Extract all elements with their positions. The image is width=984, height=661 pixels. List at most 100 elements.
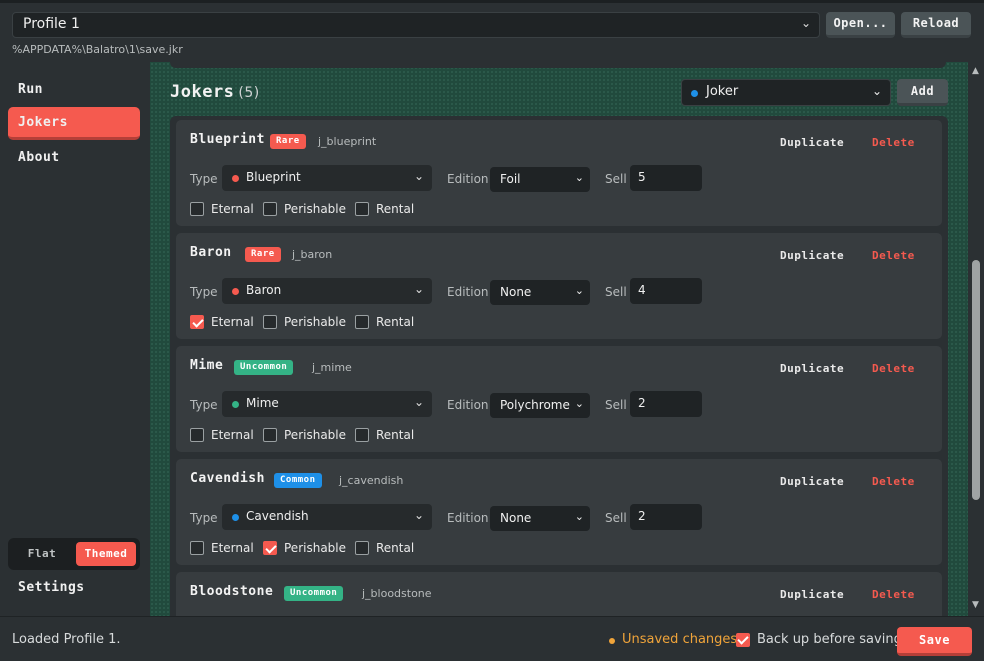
- joker-type-dropdown[interactable]: Blueprint ⌄: [222, 165, 432, 191]
- sell-label: Sell: [605, 511, 627, 525]
- sell-input[interactable]: 2: [630, 391, 702, 417]
- type-label: Type: [190, 172, 218, 186]
- joker-card: Cavendish Common j_cavendish Duplicate D…: [176, 459, 942, 565]
- rental-label: Rental: [376, 315, 415, 329]
- reload-button[interactable]: Reload: [901, 12, 971, 38]
- delete-button[interactable]: Delete: [872, 362, 915, 375]
- eternal-checkbox[interactable]: Eternal: [190, 427, 254, 443]
- theme-flat-option[interactable]: Flat: [12, 542, 72, 566]
- sidebar-item-run[interactable]: Run: [8, 73, 140, 106]
- duplicate-button[interactable]: Duplicate: [780, 136, 844, 149]
- rental-label: Rental: [376, 202, 415, 216]
- perishable-checkbox[interactable]: Perishable: [263, 201, 346, 217]
- open-button[interactable]: Open...: [826, 12, 895, 38]
- profile-select-value: Profile 1: [23, 16, 80, 32]
- rarity-badge: Common: [274, 473, 322, 488]
- eternal-label: Eternal: [211, 315, 254, 329]
- checkbox-icon: [263, 202, 277, 216]
- rental-checkbox[interactable]: Rental: [355, 540, 414, 556]
- status-message: Loaded Profile 1.: [12, 632, 121, 647]
- joker-type-value: Cavendish: [246, 509, 309, 523]
- edition-dropdown[interactable]: Polychrome ⌄: [490, 393, 590, 418]
- rare-dot-icon: [232, 288, 239, 295]
- checkbox-icon: [190, 541, 204, 555]
- delete-button[interactable]: Delete: [872, 136, 915, 149]
- checkbox-icon: [355, 541, 369, 555]
- top-bar: Profile 1 ⌄ Open... Reload %APPDATA%\Bal…: [0, 0, 984, 62]
- perishable-checkbox[interactable]: Perishable: [263, 540, 346, 556]
- edition-dropdown[interactable]: None ⌄: [490, 506, 590, 531]
- scrollbar-thumb[interactable]: [972, 260, 980, 500]
- edition-label: Edition: [447, 172, 489, 186]
- chevron-down-icon: ⌄: [574, 397, 584, 410]
- joker-id: j_blueprint: [318, 135, 377, 148]
- backup-checkbox[interactable]: Back up before saving: [736, 632, 902, 647]
- scroll-up-icon[interactable]: ▲: [972, 66, 979, 76]
- sell-label: Sell: [605, 172, 627, 186]
- joker-name: Blueprint: [190, 132, 265, 147]
- chevron-down-icon: ⌄: [871, 84, 882, 98]
- delete-button[interactable]: Delete: [872, 475, 915, 488]
- joker-count: (5): [238, 85, 260, 101]
- scroll-down-icon[interactable]: ▼: [972, 600, 979, 610]
- top-divider: [170, 62, 946, 68]
- joker-id: j_bloodstone: [362, 587, 432, 600]
- rental-checkbox[interactable]: Rental: [355, 201, 414, 217]
- rental-checkbox[interactable]: Rental: [355, 427, 414, 443]
- save-button[interactable]: Save: [897, 627, 972, 656]
- joker-type-value: Mime: [246, 396, 279, 410]
- jokers-list: Blueprint Rare j_blueprint Duplicate Del…: [170, 116, 948, 616]
- perishable-checkbox[interactable]: Perishable: [263, 314, 346, 330]
- joker-type-select-value: Joker: [706, 84, 739, 99]
- duplicate-button[interactable]: Duplicate: [780, 588, 844, 601]
- joker-type-dropdown[interactable]: Mime ⌄: [222, 391, 432, 417]
- joker-id: j_baron: [292, 248, 333, 261]
- duplicate-button[interactable]: Duplicate: [780, 249, 844, 262]
- scrollbar[interactable]: ▲ ▼: [968, 62, 984, 616]
- backup-label: Back up before saving: [757, 632, 902, 647]
- sidebar-item-about[interactable]: About: [8, 141, 140, 174]
- delete-button[interactable]: Delete: [872, 249, 915, 262]
- eternal-checkbox[interactable]: Eternal: [190, 314, 254, 330]
- joker-card: Baron Rare j_baron Duplicate Delete Type…: [176, 233, 942, 339]
- edition-dropdown[interactable]: None ⌄: [490, 280, 590, 305]
- perishable-checkbox[interactable]: Perishable: [263, 427, 346, 443]
- duplicate-button[interactable]: Duplicate: [780, 475, 844, 488]
- rarity-badge: Uncommon: [234, 360, 294, 375]
- eternal-checkbox[interactable]: Eternal: [190, 201, 254, 217]
- settings-link[interactable]: Settings: [18, 580, 85, 595]
- joker-type-dropdown[interactable]: Baron ⌄: [222, 278, 432, 304]
- checkbox-checked-icon: [736, 633, 750, 647]
- duplicate-button[interactable]: Duplicate: [780, 362, 844, 375]
- sell-input[interactable]: 4: [630, 278, 702, 304]
- status-bar: Loaded Profile 1. Unsaved changes Back u…: [0, 616, 984, 661]
- perishable-label: Perishable: [284, 541, 347, 555]
- checkbox-icon: [263, 428, 277, 442]
- chevron-down-icon: ⌄: [574, 171, 584, 184]
- rarity-badge: Rare: [245, 247, 281, 262]
- joker-id: j_cavendish: [339, 474, 404, 487]
- unsaved-indicator: Unsaved changes: [609, 632, 737, 647]
- edition-dropdown[interactable]: Foil ⌄: [490, 167, 590, 192]
- sell-label: Sell: [605, 398, 627, 412]
- type-label: Type: [190, 285, 218, 299]
- sidebar: Run Jokers About Flat Themed Settings: [0, 62, 150, 616]
- rental-checkbox[interactable]: Rental: [355, 314, 414, 330]
- sell-input[interactable]: 2: [630, 504, 702, 530]
- profile-select[interactable]: Profile 1 ⌄: [12, 12, 820, 38]
- theme-themed-option[interactable]: Themed: [76, 542, 136, 566]
- add-button[interactable]: Add: [897, 79, 948, 106]
- delete-button[interactable]: Delete: [872, 588, 915, 601]
- common-dot-icon: [232, 514, 239, 521]
- main-content: Jokers (5) Joker ⌄ Add Blueprint Rare j_b…: [150, 62, 968, 616]
- sell-input[interactable]: 5: [630, 165, 702, 191]
- edition-value: None: [500, 511, 532, 525]
- joker-id: j_mime: [312, 361, 352, 374]
- eternal-checkbox[interactable]: Eternal: [190, 540, 254, 556]
- joker-type-select[interactable]: Joker ⌄: [681, 79, 891, 106]
- sidebar-item-jokers[interactable]: Jokers: [8, 107, 140, 140]
- joker-type-dropdown[interactable]: Cavendish ⌄: [222, 504, 432, 530]
- perishable-label: Perishable: [284, 202, 347, 216]
- eternal-label: Eternal: [211, 202, 254, 216]
- page-title: Jokers (5): [170, 82, 260, 102]
